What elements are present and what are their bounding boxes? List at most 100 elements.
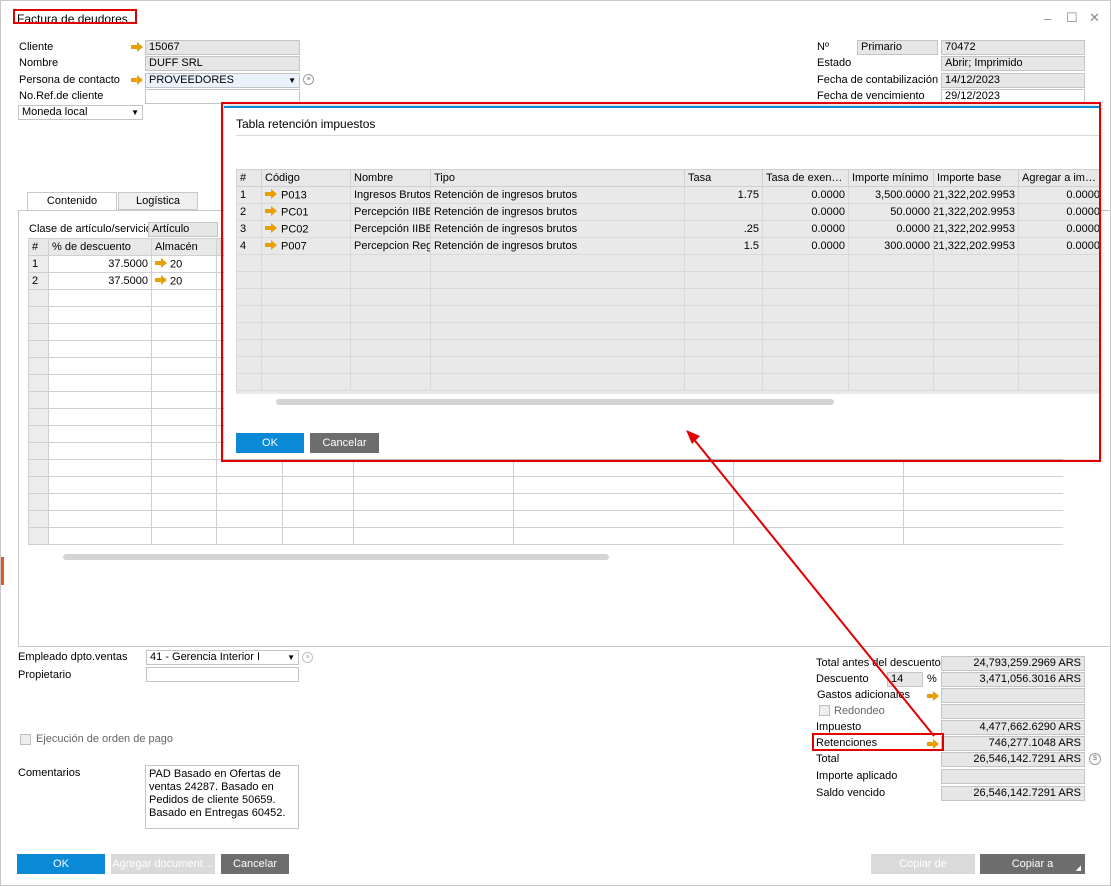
link-arrow-icon[interactable]	[927, 691, 939, 701]
table-cell[interactable]	[48, 391, 152, 409]
fcont-field[interactable]: 14/12/2023	[941, 73, 1085, 88]
copiar-de-button[interactable]: Copiar de	[871, 854, 975, 874]
table-cell[interactable]	[151, 476, 217, 494]
table-cell[interactable]	[733, 510, 904, 528]
col-header[interactable]: % de descuento	[48, 238, 152, 256]
table-cell[interactable]	[733, 476, 904, 494]
table-cell[interactable]	[513, 476, 734, 494]
table-cell[interactable]	[28, 442, 49, 460]
table-cell[interactable]	[151, 374, 217, 392]
table-row[interactable]	[28, 527, 1063, 545]
maximize-icon[interactable]: ☐	[1066, 10, 1078, 26]
table-cell[interactable]	[216, 476, 283, 494]
table-cell[interactable]	[48, 374, 152, 392]
table-cell[interactable]	[48, 527, 152, 545]
table-cell[interactable]	[151, 357, 217, 375]
table-cell[interactable]	[28, 323, 49, 341]
table-cell[interactable]	[353, 527, 514, 545]
table-cell[interactable]	[151, 425, 217, 443]
link-arrow-icon[interactable]	[155, 257, 167, 271]
table-row[interactable]	[28, 493, 1063, 511]
no-field[interactable]: 70472	[941, 40, 1085, 55]
col-header[interactable]: #	[28, 238, 49, 256]
table-cell[interactable]	[48, 289, 152, 307]
list-icon[interactable]: ≡	[303, 74, 314, 85]
table-cell[interactable]	[28, 391, 49, 409]
table-cell[interactable]	[151, 340, 217, 358]
close-icon[interactable]: ✕	[1089, 10, 1100, 26]
table-cell[interactable]	[151, 323, 217, 341]
table-cell[interactable]	[513, 493, 734, 511]
descuento-pct-field[interactable]: 14	[887, 672, 923, 687]
table-cell[interactable]	[28, 340, 49, 358]
discount-cell[interactable]: 37.5000	[48, 255, 152, 273]
table-cell[interactable]	[48, 459, 152, 477]
table-cell[interactable]	[513, 510, 734, 528]
clase-select[interactable]: Artículo	[148, 222, 218, 237]
table-cell[interactable]	[48, 476, 152, 494]
list-icon[interactable]: ≡	[302, 652, 313, 663]
table-cell[interactable]	[151, 289, 217, 307]
table-cell[interactable]	[353, 476, 514, 494]
table-cell[interactable]	[151, 527, 217, 545]
table-cell[interactable]	[151, 493, 217, 511]
table-cell[interactable]	[216, 527, 283, 545]
table-cell[interactable]	[48, 340, 152, 358]
table-cell[interactable]	[353, 459, 514, 477]
minimize-icon[interactable]: –	[1044, 11, 1051, 26]
table-cell[interactable]	[28, 510, 49, 528]
ejecucion-checkbox[interactable]	[20, 734, 31, 745]
table-cell[interactable]	[216, 510, 283, 528]
table-cell[interactable]	[28, 425, 49, 443]
table-cell[interactable]	[733, 527, 904, 545]
table-cell[interactable]	[28, 493, 49, 511]
table-cell[interactable]	[216, 493, 283, 511]
discount-cell[interactable]: 37.5000	[48, 272, 152, 290]
serie-select[interactable]: Primario	[857, 40, 938, 55]
warehouse-cell[interactable]: 20	[151, 272, 217, 290]
table-cell[interactable]	[151, 510, 217, 528]
table-cell[interactable]	[28, 374, 49, 392]
row-number[interactable]: 1	[28, 255, 49, 273]
table-cell[interactable]	[28, 476, 49, 494]
link-arrow-icon[interactable]	[155, 274, 167, 288]
table-cell[interactable]	[28, 459, 49, 477]
table-cell[interactable]	[282, 459, 354, 477]
table-cell[interactable]	[151, 306, 217, 324]
table-cell[interactable]	[28, 527, 49, 545]
table-cell[interactable]	[151, 442, 217, 460]
table-cell[interactable]	[513, 527, 734, 545]
table-cell[interactable]	[28, 306, 49, 324]
table-cell[interactable]	[903, 493, 1063, 511]
cliente-field[interactable]: 15067	[145, 40, 300, 55]
table-cell[interactable]	[48, 357, 152, 375]
table-cell[interactable]	[48, 510, 152, 528]
table-cell[interactable]	[151, 391, 217, 409]
currency-info-icon[interactable]: $	[1089, 753, 1101, 765]
table-cell[interactable]	[28, 289, 49, 307]
table-row[interactable]	[28, 476, 1063, 494]
table-cell[interactable]	[903, 527, 1063, 545]
agregar-documento-button[interactable]: Agregar document…	[111, 854, 215, 874]
table-cell[interactable]	[48, 306, 152, 324]
table-cell[interactable]	[282, 493, 354, 511]
row-number[interactable]: 2	[28, 272, 49, 290]
table-cell[interactable]	[513, 459, 734, 477]
table-cell[interactable]	[733, 459, 904, 477]
table-cell[interactable]	[48, 425, 152, 443]
warehouse-cell[interactable]: 20	[151, 255, 217, 273]
table-cell[interactable]	[48, 493, 152, 511]
table-row[interactable]	[28, 459, 1063, 477]
table-cell[interactable]	[28, 408, 49, 426]
empleado-select[interactable]: 41 - Gerencia Interior I ▼	[146, 650, 299, 665]
table-cell[interactable]	[903, 476, 1063, 494]
table-cell[interactable]	[282, 476, 354, 494]
content-hscrollbar[interactable]	[63, 554, 609, 560]
redondeo-checkbox[interactable]	[819, 705, 830, 716]
cancel-button[interactable]: Cancelar	[221, 854, 289, 874]
table-cell[interactable]	[48, 408, 152, 426]
copiar-a-button[interactable]: Copiar a ◢	[980, 854, 1085, 874]
table-cell[interactable]	[353, 493, 514, 511]
link-arrow-icon[interactable]	[131, 75, 143, 85]
table-cell[interactable]	[151, 408, 217, 426]
